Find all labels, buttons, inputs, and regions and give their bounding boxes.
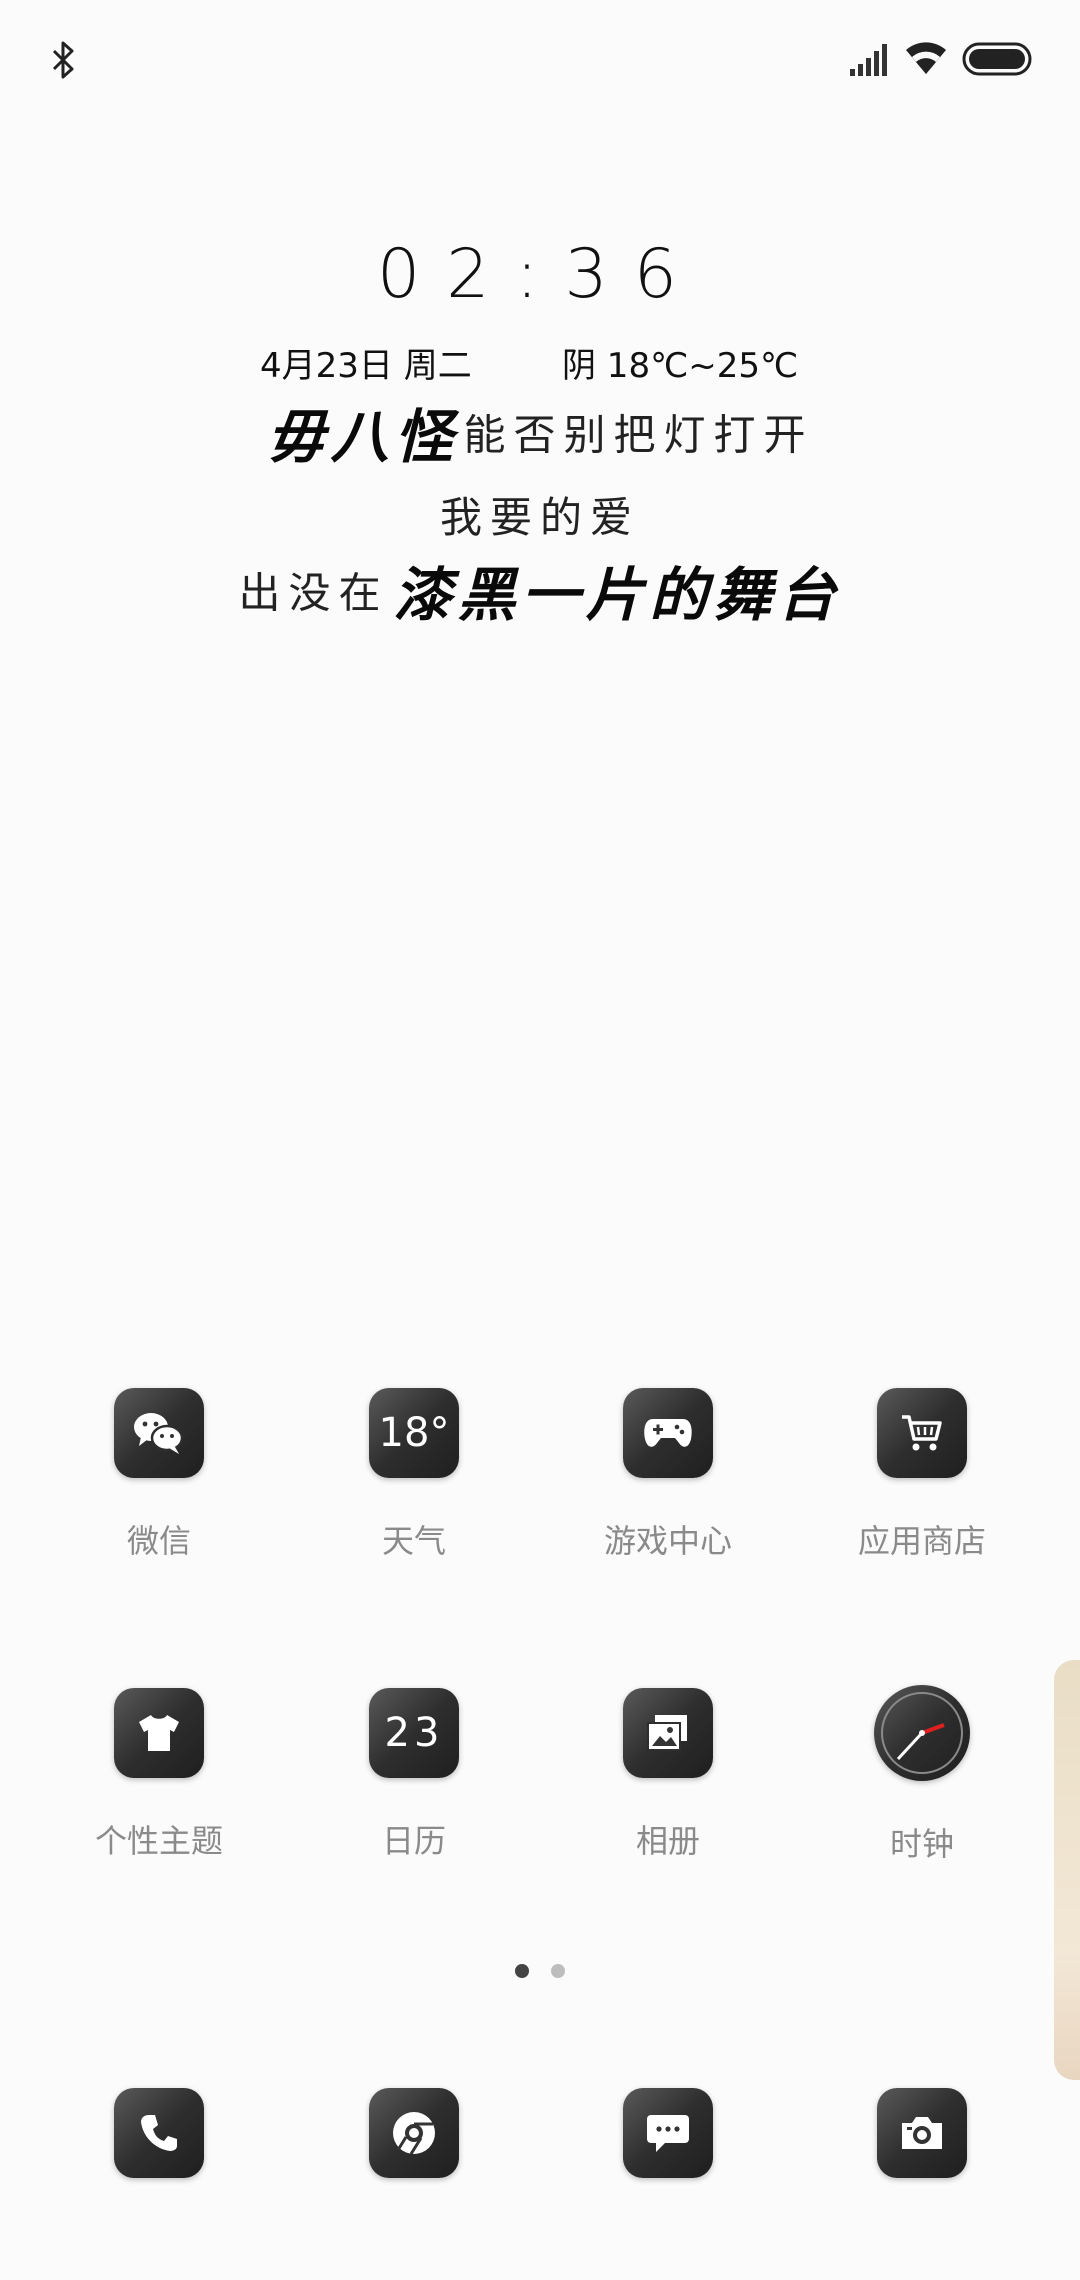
dock-camera[interactable] [812, 2088, 1032, 2188]
page-dot-1[interactable] [515, 1964, 529, 1978]
signal-icon [850, 44, 887, 76]
wifi-icon [906, 42, 946, 74]
lyric-line-1: 毋八怪 能否别把灯打开 [0, 390, 1080, 474]
app-label-store: 应用商店 [857, 1522, 986, 1560]
dock-messages[interactable] [558, 2088, 778, 2188]
bluetooth-icon [52, 41, 74, 79]
camera-icon [877, 2088, 967, 2178]
app-themes[interactable]: 个性主题 [49, 1688, 269, 1898]
battery-icon [962, 42, 1032, 76]
clock-weather[interactable]: 阴 18℃~25℃ [562, 338, 798, 387]
app-label-game-center: 游戏中心 [603, 1522, 732, 1560]
lyric-line-1-bold: 毋八怪 [266, 403, 459, 471]
tshirt-icon [114, 1688, 204, 1778]
app-label-wechat: 微信 [126, 1522, 191, 1560]
status-bar [0, 30, 1080, 86]
app-label-themes: 个性主题 [94, 1822, 223, 1860]
dock-browser[interactable] [304, 2088, 524, 2188]
clock-time[interactable]: 02:36 [0, 235, 1080, 314]
app-label-gallery: 相册 [635, 1822, 700, 1860]
browser-icon [369, 2088, 459, 2178]
app-calendar[interactable]: 23 日历 [304, 1688, 524, 1898]
app-clock[interactable]: 时钟 [812, 1685, 1032, 1895]
app-weather[interactable]: 18° 天气 [304, 1388, 524, 1598]
app-store[interactable]: 应用商店 [812, 1388, 1032, 1598]
gallery-icon [623, 1688, 713, 1778]
app-label-weather: 天气 [381, 1522, 446, 1560]
weather-icon-text: 18° [378, 1410, 450, 1456]
wallpaper-figure-edge [1054, 1660, 1080, 2080]
lyric-line-3-thin: 出没在 [238, 568, 389, 618]
calendar-icon: 23 [369, 1688, 459, 1778]
clock-date[interactable]: 4月23日 周二 [260, 338, 472, 387]
home-screen: 02:36 4月23日 周二 阴 18℃~25℃ 毋八怪 能否别把灯打开 我要的… [0, 0, 1080, 2280]
lyric-line-3: 出没在 漆黑一片的舞台 [0, 548, 1080, 632]
dock-phone[interactable] [49, 2088, 269, 2188]
lyric-line-2: 我要的爱 [0, 484, 1080, 545]
cart-icon [877, 1388, 967, 1478]
clock-icon [874, 1685, 970, 1781]
page-indicator[interactable] [0, 1964, 1080, 1978]
phone-icon [114, 2088, 204, 2178]
weather-icon: 18° [369, 1388, 459, 1478]
lyric-line-3-bold: 漆黑一片的舞台 [393, 561, 842, 629]
page-dot-2[interactable] [551, 1964, 565, 1978]
messages-icon [623, 2088, 713, 2178]
gamepad-icon [623, 1388, 713, 1478]
wechat-icon [114, 1388, 204, 1478]
app-label-clock: 时钟 [889, 1825, 954, 1863]
app-wechat[interactable]: 微信 [49, 1388, 269, 1598]
lyric-line-2-thin: 我要的爱 [439, 493, 640, 542]
app-gallery[interactable]: 相册 [558, 1688, 778, 1898]
calendar-icon-text: 23 [384, 1710, 444, 1756]
lyric-line-1-thin: 能否别把灯打开 [463, 410, 814, 460]
app-game-center[interactable]: 游戏中心 [558, 1388, 778, 1598]
app-label-calendar: 日历 [381, 1822, 446, 1860]
